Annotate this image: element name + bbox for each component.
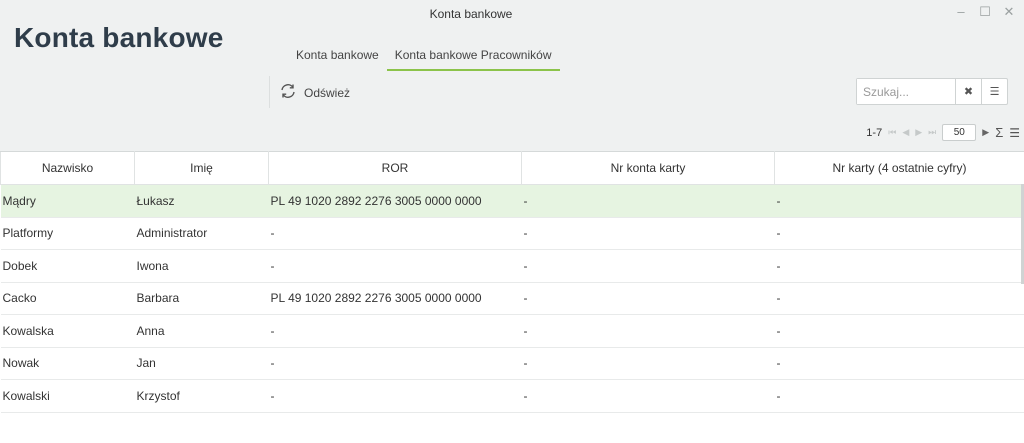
tab-konta-bankowe-pracownikow[interactable]: Konta bankowe Pracowników (386, 46, 560, 71)
table-row[interactable]: Kowalska Anna - - - (0, 314, 1024, 348)
minimize-icon[interactable]: – (954, 4, 968, 20)
column-header-nr-konta-karty[interactable]: Nr konta karty (521, 151, 775, 185)
cell-nr-konta-karty: - (521, 347, 775, 380)
cell-nr-karty: - (774, 217, 1024, 250)
first-page-icon[interactable]: ⏮ (888, 127, 896, 138)
cell-nr-konta-karty: - (521, 282, 775, 315)
table-row[interactable]: Platformy Administrator - - - (0, 217, 1024, 250)
cell-nr-konta-karty: - (521, 379, 775, 413)
cell-ror: PL 49 1020 2892 2276 3005 0000 0000 (268, 184, 522, 218)
cell-imie: Barbara (134, 282, 269, 315)
page-title: Konta bankowe (14, 22, 224, 53)
table-row[interactable]: Mądry Łukasz PL 49 1020 2892 2276 3005 0… (0, 184, 1024, 218)
cell-nazwisko: Platformy (0, 217, 135, 250)
cell-imie: Krzystof (134, 379, 269, 413)
clear-search-icon[interactable]: ✖ (955, 79, 981, 104)
cell-nazwisko: Nowak (0, 347, 135, 380)
cell-nr-konta-karty: - (521, 184, 775, 218)
cell-nr-konta-karty: - (521, 249, 775, 283)
refresh-label: Odśwież (304, 85, 351, 100)
cell-ror: - (268, 347, 522, 380)
cell-imie: Łukasz (134, 184, 269, 218)
search-box: ✖ ☰ (856, 78, 1008, 105)
cell-imie: Jan (134, 347, 269, 380)
cell-nr-karty: - (774, 347, 1024, 380)
column-header-imie[interactable]: Imię (134, 151, 269, 185)
pager-range: 1-7 (866, 126, 883, 139)
tab-bar: Konta bankowe Konta bankowe Pracowników (288, 46, 560, 71)
table-row[interactable]: Kowalski Krzystof - - - (0, 379, 1024, 413)
table-row[interactable]: Dobek Iwona - - - (0, 249, 1024, 283)
cell-nr-konta-karty: - (521, 314, 775, 348)
cell-imie: Iwona (134, 249, 269, 283)
cell-ror: - (268, 217, 522, 250)
cell-nazwisko: Dobek (0, 249, 135, 283)
cell-nr-karty: - (774, 184, 1024, 218)
column-header-nazwisko[interactable]: Nazwisko (0, 151, 135, 185)
grid-menu-icon[interactable]: ☰ (1009, 126, 1020, 140)
table-row[interactable]: Nowak Jan - - - (0, 347, 1024, 380)
cell-ror: - (268, 379, 522, 413)
refresh-button[interactable]: Odśwież (279, 82, 350, 103)
prev-page-icon[interactable]: ◀ (902, 127, 909, 138)
bank-accounts-table: Nazwisko Imię ROR Nr konta karty Nr kart… (0, 151, 1024, 413)
search-input[interactable] (857, 79, 955, 104)
cell-ror: - (268, 249, 522, 283)
cell-imie: Administrator (134, 217, 269, 250)
toolbar-divider (269, 76, 270, 108)
cell-nazwisko: Kowalska (0, 314, 135, 348)
cell-nr-konta-karty: - (521, 217, 775, 250)
column-header-ror[interactable]: ROR (268, 151, 522, 185)
cell-nazwisko: Cacko (0, 282, 135, 315)
cell-nr-karty: - (774, 282, 1024, 315)
cell-ror: - (268, 314, 522, 348)
column-header-nr-karty[interactable]: Nr karty (4 ostatnie cyfry) (774, 151, 1024, 185)
sum-icon[interactable]: Σ (995, 125, 1003, 140)
close-icon[interactable]: ✕ (1002, 4, 1016, 20)
table-header-row: Nazwisko Imię ROR Nr konta karty Nr kart… (0, 151, 1024, 185)
window-title: Konta bankowe (429, 7, 513, 21)
cell-nr-karty: - (774, 379, 1024, 413)
page-size-dropdown-icon[interactable]: ▶ (982, 127, 989, 138)
page-size-input[interactable]: 50 (942, 124, 977, 141)
pager: 1-7 ⏮ ◀ ▶ ⏭ 50 ▶ Σ ☰ (866, 124, 1020, 141)
tab-konta-bankowe[interactable]: Konta bankowe (288, 46, 387, 71)
window-controls: – ☐ ✕ (954, 4, 1016, 20)
cell-nr-karty: - (774, 249, 1024, 283)
table-row[interactable]: Cacko Barbara PL 49 1020 2892 2276 3005 … (0, 282, 1024, 315)
cell-nr-karty: - (774, 314, 1024, 348)
cell-imie: Anna (134, 314, 269, 348)
cell-ror: PL 49 1020 2892 2276 3005 0000 0000 (268, 282, 522, 315)
next-page-icon[interactable]: ▶ (915, 127, 922, 138)
cell-nazwisko: Mądry (0, 184, 135, 218)
maximize-icon[interactable]: ☐ (978, 4, 992, 20)
search-menu-icon[interactable]: ☰ (981, 79, 1007, 104)
cell-nazwisko: Kowalski (0, 379, 135, 413)
refresh-icon (279, 82, 297, 103)
last-page-icon[interactable]: ⏭ (928, 127, 936, 138)
